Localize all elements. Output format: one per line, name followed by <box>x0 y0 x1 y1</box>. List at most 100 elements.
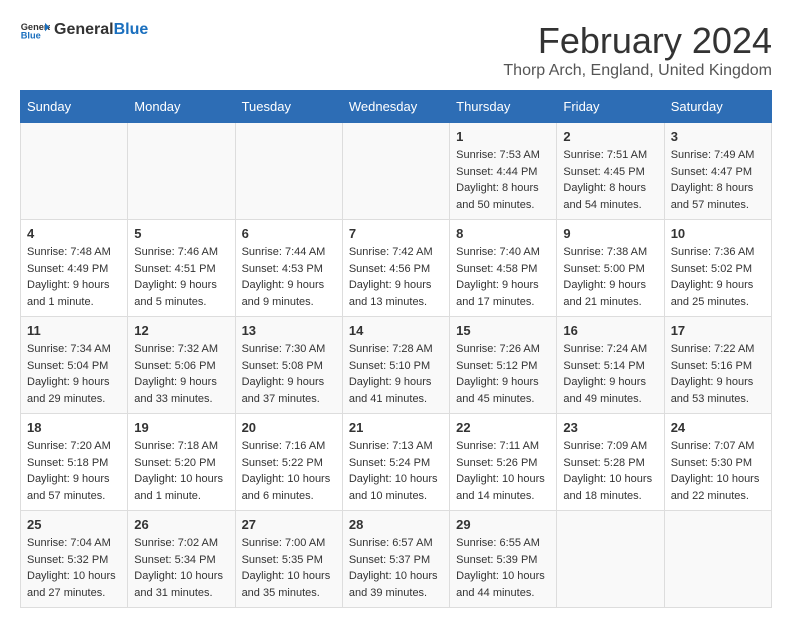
day-info: Sunrise: 7:49 AMSunset: 4:47 PMDaylight:… <box>671 147 765 213</box>
calendar-cell: 9Sunrise: 7:38 AMSunset: 5:00 PMDaylight… <box>557 220 664 317</box>
day-number: 25 <box>27 517 121 532</box>
svg-text:Blue: Blue <box>21 31 41 40</box>
header-day-sunday: Sunday <box>21 91 128 123</box>
day-number: 5 <box>134 226 228 241</box>
calendar-cell: 10 Sunrise: 7:36 AMSunset: 5:02 PMDayligh… <box>664 220 771 317</box>
day-info: Sunrise: 7:32 AMSunset: 5:06 PMDaylight:… <box>134 341 228 407</box>
day-info: Sunrise: 7:13 AMSunset: 5:24 PMDaylight:… <box>349 438 443 504</box>
day-info: Sunrise: 7:00 AMSunset: 5:35 PMDaylight:… <box>242 535 336 601</box>
day-number: 10 <box>671 226 765 241</box>
logo-blue-text: Blue <box>114 21 149 38</box>
day-info: Sunrise: 7:40 AMSunset: 4:58 PMDaylight:… <box>456 244 550 310</box>
day-number: 15 <box>456 323 550 338</box>
calendar-cell: 4Sunrise: 7:48 AMSunset: 4:49 PMDaylight… <box>21 220 128 317</box>
calendar-cell: 29 Sunrise: 6:55 AMSunset: 5:39 PMDayligh… <box>450 511 557 608</box>
day-number: 27 <box>242 517 336 532</box>
calendar-cell: 18 Sunrise: 7:20 AMSunset: 5:18 PMDayligh… <box>21 414 128 511</box>
calendar-cell: 19 Sunrise: 7:18 AMSunset: 5:20 PMDayligh… <box>128 414 235 511</box>
calendar-cell: 22 Sunrise: 7:11 AMSunset: 5:26 PMDayligh… <box>450 414 557 511</box>
day-number: 22 <box>456 420 550 435</box>
day-number: 19 <box>134 420 228 435</box>
calendar-week-row: 25 Sunrise: 7:04 AMSunset: 5:32 PMDayligh… <box>21 511 772 608</box>
day-info: Sunrise: 7:11 AMSunset: 5:26 PMDaylight:… <box>456 438 550 504</box>
title-section: February 2024 Thorp Arch, England, Unite… <box>503 20 772 80</box>
day-info: Sunrise: 7:38 AMSunset: 5:00 PMDaylight:… <box>563 244 657 310</box>
day-info: Sunrise: 7:53 AMSunset: 4:44 PMDaylight:… <box>456 147 550 213</box>
day-info: Sunrise: 6:55 AMSunset: 5:39 PMDaylight:… <box>456 535 550 601</box>
page-header: General Blue GeneralBlue February 2024 T… <box>20 20 772 80</box>
day-number: 3 <box>671 129 765 144</box>
month-title: February 2024 <box>503 20 772 62</box>
calendar-header-row: SundayMondayTuesdayWednesdayThursdayFrid… <box>21 91 772 123</box>
calendar-cell: 28Sunrise: 6:57 AMSunset: 5:37 PMDayligh… <box>342 511 449 608</box>
calendar-cell <box>342 123 449 220</box>
calendar-table: SundayMondayTuesdayWednesdayThursdayFrid… <box>20 90 772 608</box>
calendar-cell <box>128 123 235 220</box>
day-number: 17 <box>671 323 765 338</box>
day-number: 4 <box>27 226 121 241</box>
day-info: Sunrise: 7:22 AMSunset: 5:16 PMDaylight:… <box>671 341 765 407</box>
day-info: Sunrise: 6:57 AMSunset: 5:37 PMDaylight:… <box>349 535 443 601</box>
calendar-cell: 13 Sunrise: 7:30 AMSunset: 5:08 PMDayligh… <box>235 317 342 414</box>
calendar-cell: 20 Sunrise: 7:16 AMSunset: 5:22 PMDayligh… <box>235 414 342 511</box>
calendar-cell: 14Sunrise: 7:28 AMSunset: 5:10 PMDayligh… <box>342 317 449 414</box>
calendar-cell: 1 Sunrise: 7:53 AMSunset: 4:44 PMDaylight… <box>450 123 557 220</box>
day-info: Sunrise: 7:24 AMSunset: 5:14 PMDaylight:… <box>563 341 657 407</box>
day-number: 8 <box>456 226 550 241</box>
calendar-cell <box>557 511 664 608</box>
day-info: Sunrise: 7:07 AMSunset: 5:30 PMDaylight:… <box>671 438 765 504</box>
calendar-cell: 26Sunrise: 7:02 AMSunset: 5:34 PMDayligh… <box>128 511 235 608</box>
calendar-cell: 16 Sunrise: 7:24 AMSunset: 5:14 PMDayligh… <box>557 317 664 414</box>
calendar-cell: 8 Sunrise: 7:40 AMSunset: 4:58 PMDaylight… <box>450 220 557 317</box>
header-day-saturday: Saturday <box>664 91 771 123</box>
header-day-monday: Monday <box>128 91 235 123</box>
day-number: 1 <box>456 129 550 144</box>
day-number: 24 <box>671 420 765 435</box>
calendar-week-row: 18 Sunrise: 7:20 AMSunset: 5:18 PMDayligh… <box>21 414 772 511</box>
day-info: Sunrise: 7:46 AMSunset: 4:51 PMDaylight:… <box>134 244 228 310</box>
day-info: Sunrise: 7:20 AMSunset: 5:18 PMDaylight:… <box>27 438 121 504</box>
day-number: 6 <box>242 226 336 241</box>
day-info: Sunrise: 7:04 AMSunset: 5:32 PMDaylight:… <box>27 535 121 601</box>
day-info: Sunrise: 7:30 AMSunset: 5:08 PMDaylight:… <box>242 341 336 407</box>
day-number: 2 <box>563 129 657 144</box>
day-number: 18 <box>27 420 121 435</box>
calendar-cell: 6 Sunrise: 7:44 AMSunset: 4:53 PMDaylight… <box>235 220 342 317</box>
calendar-cell: 21 Sunrise: 7:13 AMSunset: 5:24 PMDayligh… <box>342 414 449 511</box>
day-number: 20 <box>242 420 336 435</box>
calendar-cell: 25 Sunrise: 7:04 AMSunset: 5:32 PMDayligh… <box>21 511 128 608</box>
day-number: 29 <box>456 517 550 532</box>
calendar-cell: 2 Sunrise: 7:51 AMSunset: 4:45 PMDaylight… <box>557 123 664 220</box>
header-day-thursday: Thursday <box>450 91 557 123</box>
calendar-cell: 5 Sunrise: 7:46 AMSunset: 4:51 PMDaylight… <box>128 220 235 317</box>
day-info: Sunrise: 7:09 AMSunset: 5:28 PMDaylight:… <box>563 438 657 504</box>
day-number: 26 <box>134 517 228 532</box>
day-number: 13 <box>242 323 336 338</box>
day-info: Sunrise: 7:26 AMSunset: 5:12 PMDaylight:… <box>456 341 550 407</box>
day-number: 14 <box>349 323 443 338</box>
calendar-week-row: 11 Sunrise: 7:34 AMSunset: 5:04 PMDayligh… <box>21 317 772 414</box>
header-day-tuesday: Tuesday <box>235 91 342 123</box>
calendar-cell: 23Sunrise: 7:09 AMSunset: 5:28 PMDayligh… <box>557 414 664 511</box>
calendar-cell <box>21 123 128 220</box>
day-info: Sunrise: 7:42 AMSunset: 4:56 PMDaylight:… <box>349 244 443 310</box>
calendar-week-row: 4Sunrise: 7:48 AMSunset: 4:49 PMDaylight… <box>21 220 772 317</box>
day-info: Sunrise: 7:34 AMSunset: 5:04 PMDaylight:… <box>27 341 121 407</box>
day-info: Sunrise: 7:51 AMSunset: 4:45 PMDaylight:… <box>563 147 657 213</box>
calendar-cell <box>664 511 771 608</box>
logo: General Blue GeneralBlue <box>20 20 148 40</box>
day-info: Sunrise: 7:16 AMSunset: 5:22 PMDaylight:… <box>242 438 336 504</box>
calendar-cell: 24 Sunrise: 7:07 AMSunset: 5:30 PMDayligh… <box>664 414 771 511</box>
header-day-wednesday: Wednesday <box>342 91 449 123</box>
calendar-cell: 3 Sunrise: 7:49 AMSunset: 4:47 PMDaylight… <box>664 123 771 220</box>
day-number: 11 <box>27 323 121 338</box>
day-number: 16 <box>563 323 657 338</box>
calendar-week-row: 1 Sunrise: 7:53 AMSunset: 4:44 PMDaylight… <box>21 123 772 220</box>
day-number: 7 <box>349 226 443 241</box>
day-info: Sunrise: 7:18 AMSunset: 5:20 PMDaylight:… <box>134 438 228 504</box>
day-number: 21 <box>349 420 443 435</box>
day-info: Sunrise: 7:36 AMSunset: 5:02 PMDaylight:… <box>671 244 765 310</box>
logo-icon: General Blue <box>20 20 50 40</box>
calendar-cell: 27 Sunrise: 7:00 AMSunset: 5:35 PMDayligh… <box>235 511 342 608</box>
day-info: Sunrise: 7:44 AMSunset: 4:53 PMDaylight:… <box>242 244 336 310</box>
